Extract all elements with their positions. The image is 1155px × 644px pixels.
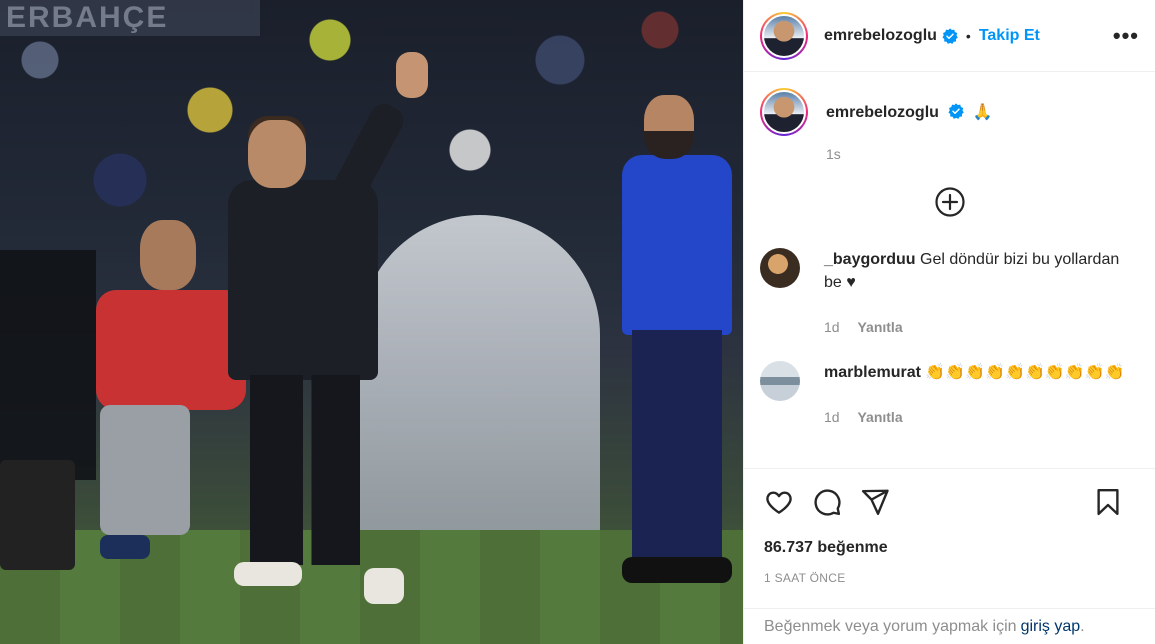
caption-avatar[interactable] (760, 88, 808, 136)
login-link[interactable]: giriş yap (1021, 618, 1081, 636)
comment-time[interactable]: 1d (824, 319, 840, 335)
bookmark-icon[interactable] (1095, 487, 1121, 517)
action-icons (764, 485, 1139, 519)
caption: emrebelozoglu 🙏 1s (760, 88, 1139, 162)
caption-username[interactable]: emrebelozoglu (826, 104, 939, 121)
reply-button[interactable]: Yanıtla (857, 319, 902, 335)
heart-icon[interactable] (764, 487, 794, 517)
caption-text: 🙏 (972, 104, 993, 121)
caption-time[interactable]: 1s (826, 146, 993, 162)
login-prompt-bar: Beğenmek veya yorum yapmak için giriş ya… (744, 608, 1155, 644)
instagram-post: ERBAHÇE emrebelozoglu • Takip Et ••• emr… (0, 0, 1155, 644)
login-prompt-text: Beğenmek veya yorum yapmak için (764, 617, 1017, 635)
verified-badge-icon (948, 103, 965, 119)
equipment-case (0, 460, 75, 570)
comments-section: emrebelozoglu 🙏 1s _baygorduu Gel döndür… (744, 72, 1155, 468)
official-figure (622, 95, 732, 590)
plus-circle-icon[interactable] (934, 186, 966, 218)
post-actions: 86.737 beğenme 1 saat önce (744, 468, 1155, 608)
like-count[interactable]: 86.737 beğenme (764, 539, 1139, 557)
comment-time[interactable]: 1d (824, 409, 840, 425)
stadium-banner: ERBAHÇE (0, 0, 260, 36)
more-options-icon[interactable]: ••• (1113, 23, 1139, 49)
comment-item: _baygorduu Gel döndür bizi bu yollardan … (760, 248, 1139, 339)
verified-badge-icon (942, 27, 958, 44)
author-username[interactable]: emrebelozoglu (824, 27, 937, 45)
comment-text: 👏👏👏👏👏👏👏👏👏👏 (925, 364, 1125, 381)
load-more-comments (760, 186, 1139, 218)
commenter-avatar[interactable] (760, 361, 800, 401)
send-icon[interactable] (860, 487, 890, 517)
commenter-avatar[interactable] (760, 248, 800, 288)
post-timestamp[interactable]: 1 saat önce (764, 571, 1139, 585)
post-header: emrebelozoglu • Takip Et ••• (744, 0, 1155, 72)
follow-button[interactable]: Takip Et (979, 27, 1040, 45)
comment-item: marblemurat 👏👏👏👏👏👏👏👏👏👏 1d Yanıtla (760, 361, 1139, 429)
post-sidebar: emrebelozoglu • Takip Et ••• emrebelozog… (743, 0, 1155, 644)
commenter-username[interactable]: _baygorduu (824, 251, 916, 268)
header-separator: • (965, 27, 971, 44)
photographer-figure (80, 220, 250, 560)
login-prompt-suffix: . (1080, 617, 1085, 635)
commenter-username[interactable]: marblemurat (824, 364, 921, 381)
coach-figure (228, 52, 428, 604)
post-image[interactable]: ERBAHÇE (0, 0, 743, 644)
comment-icon[interactable] (812, 487, 842, 517)
reply-button[interactable]: Yanıtla (857, 409, 902, 425)
author-avatar[interactable] (760, 11, 808, 60)
